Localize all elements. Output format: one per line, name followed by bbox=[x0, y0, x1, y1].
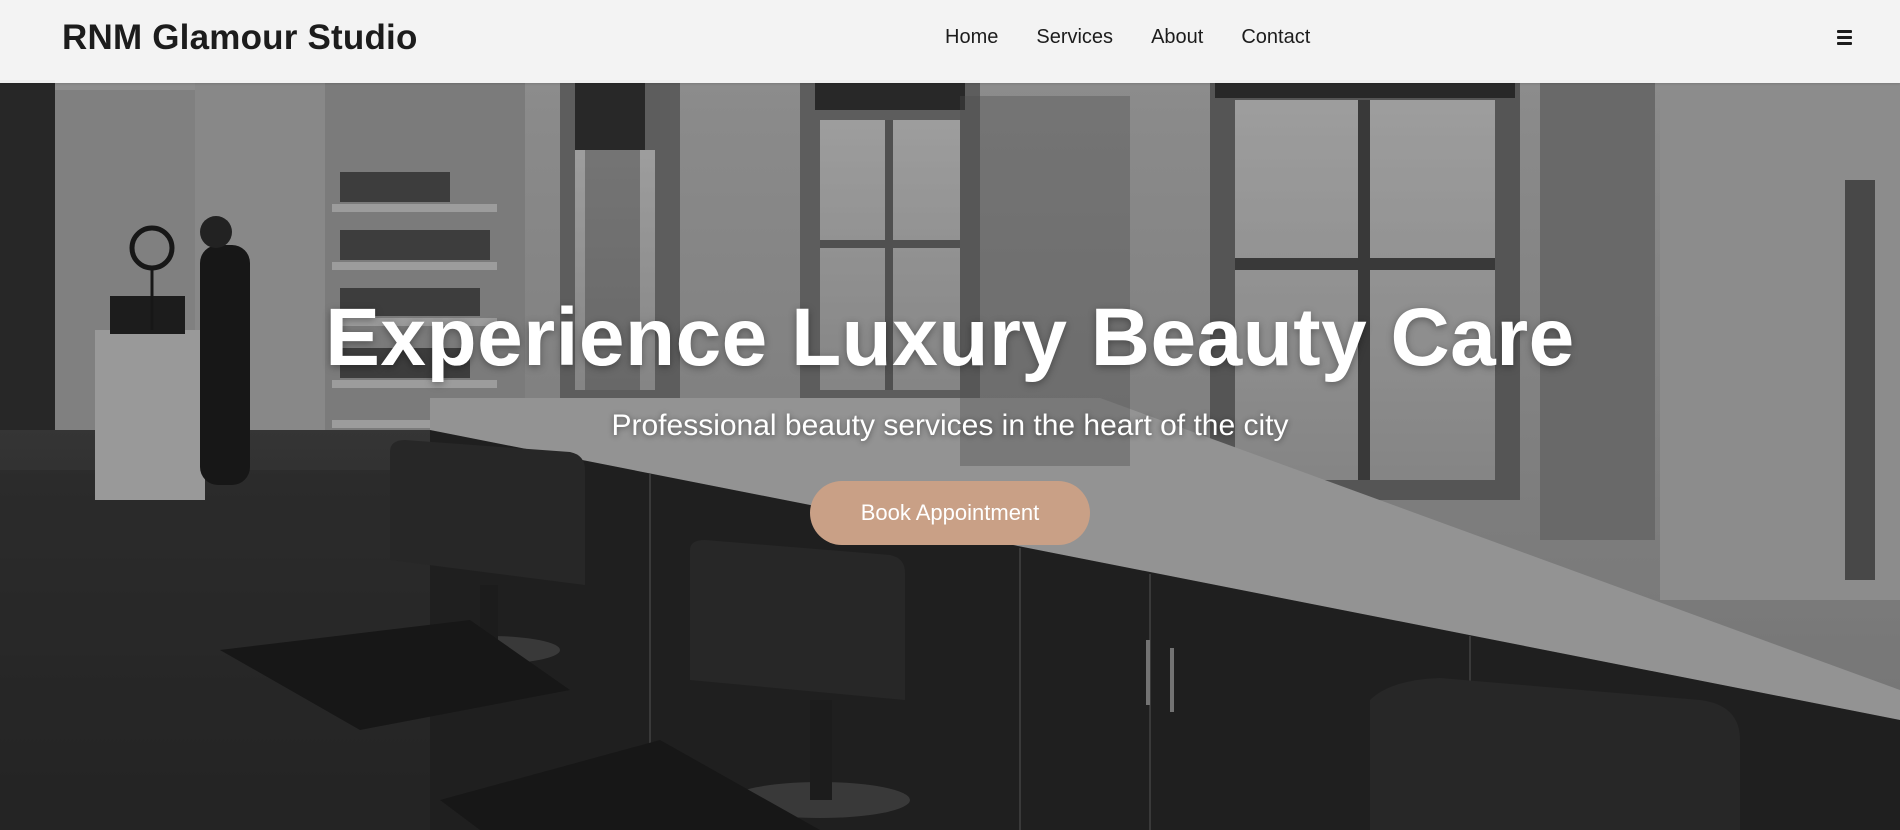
nav-link-home[interactable]: Home bbox=[945, 26, 998, 49]
nav-link-about[interactable]: About bbox=[1151, 26, 1203, 49]
hamburger-menu-icon[interactable] bbox=[1834, 24, 1856, 52]
nav-link-services[interactable]: Services bbox=[1036, 26, 1113, 49]
hero-title: Experience Luxury Beauty Care bbox=[325, 292, 1575, 383]
top-navbar: RNM Glamour Studio Home Services About C… bbox=[0, 0, 1900, 83]
hero-content: Experience Luxury Beauty Care Profession… bbox=[0, 290, 1900, 545]
hero-subtitle: Professional beauty services in the hear… bbox=[611, 409, 1289, 442]
nav-link-contact[interactable]: Contact bbox=[1241, 26, 1310, 49]
book-appointment-button[interactable]: Book Appointment bbox=[810, 481, 1090, 545]
nav-links: Home Services About Contact bbox=[945, 26, 1310, 49]
brand-logo[interactable]: RNM Glamour Studio bbox=[62, 18, 418, 58]
